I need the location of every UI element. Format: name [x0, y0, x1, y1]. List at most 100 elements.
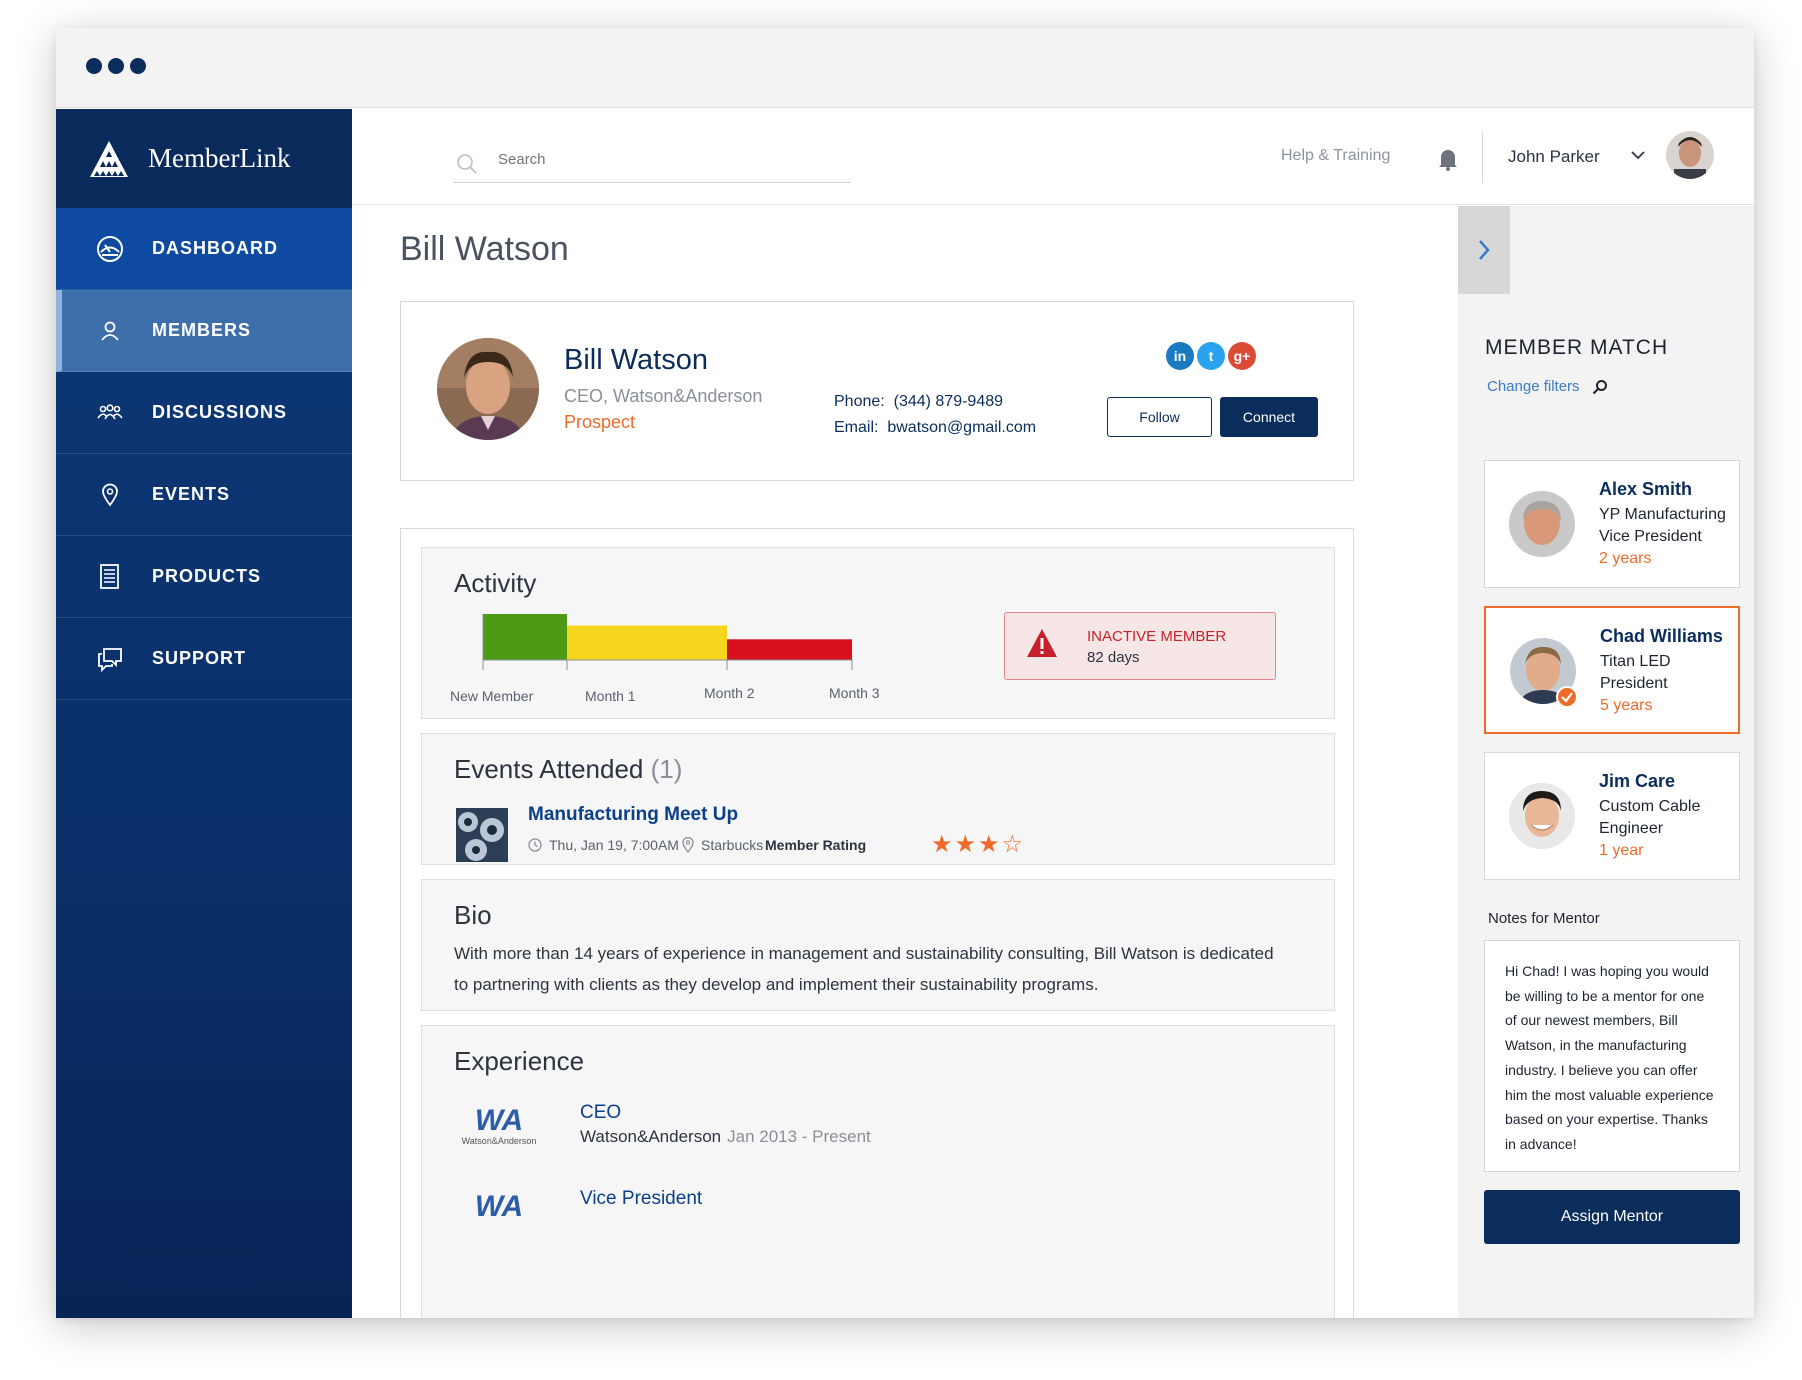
nav-discussions[interactable]: DISCUSSIONS	[56, 372, 352, 454]
match-role: Vice President	[1599, 528, 1702, 545]
match-role: Engineer	[1599, 820, 1664, 837]
activity-bar-2	[727, 639, 852, 660]
email-label: Email:	[834, 419, 879, 436]
nav-events[interactable]: EVENTS	[56, 454, 352, 536]
document-icon	[94, 561, 126, 593]
match-role: President	[1600, 675, 1668, 692]
social-links: in t g+	[1166, 342, 1259, 370]
bio-title: Bio	[454, 900, 492, 930]
notes-textarea[interactable]: Hi Chad! I was hoping you would be willi…	[1484, 940, 1740, 1172]
experience-title: Experience	[454, 1046, 585, 1076]
search-bar[interactable]	[454, 143, 850, 183]
match-name: Chad Williams	[1600, 626, 1723, 646]
logo[interactable]: MemberLink	[56, 109, 352, 208]
twitter-icon[interactable]: t	[1197, 342, 1225, 370]
events-title: Events Attended (1)	[454, 754, 682, 785]
company-logo-2: WA	[474, 1190, 524, 1223]
nav-support-label: SUPPORT	[152, 648, 247, 668]
nav-members[interactable]: MEMBERS	[56, 290, 352, 372]
connect-button[interactable]: Connect	[1220, 397, 1318, 437]
activity-label-0: New Member	[450, 688, 534, 704]
match-company: YP Manufacturing	[1599, 506, 1726, 523]
follow-button[interactable]: Follow	[1107, 397, 1212, 437]
match-name: Jim Care	[1599, 771, 1676, 791]
linkedin-icon[interactable]: in	[1166, 342, 1194, 370]
star-filled-icon[interactable]: ★	[931, 833, 953, 857]
google-plus-icon[interactable]: g+	[1228, 342, 1256, 370]
match-years: 5 years	[1600, 697, 1653, 714]
star-empty-icon[interactable]: ☆	[1002, 833, 1024, 857]
event-location: Starbucks	[682, 837, 763, 853]
alert-title: INACTIVE MEMBER	[1087, 628, 1227, 645]
chat-icon	[94, 643, 126, 675]
member-details: Activity New Member Month 1 Month 2 Mont…	[400, 528, 1354, 1318]
event-title[interactable]: Manufacturing Meet Up	[528, 804, 738, 826]
events-title-text: Events Attended	[454, 754, 644, 784]
user-icon	[94, 315, 126, 347]
change-filters-link[interactable]: Change filters	[1487, 378, 1608, 395]
member-rating-stars[interactable]: ★ ★ ★ ☆	[931, 833, 1025, 857]
inactive-alert: INACTIVE MEMBER 82 days	[1004, 612, 1276, 680]
warning-icon	[1027, 629, 1057, 657]
dashboard-icon	[94, 233, 126, 265]
company-logo: WA Watson&Anderson	[454, 1104, 544, 1146]
match-card-jim[interactable]: Jim Care Custom Cable Engineer 1 year	[1484, 752, 1740, 880]
bell-icon[interactable]	[1438, 147, 1458, 171]
nav-dashboard[interactable]: DASHBOARD	[56, 208, 352, 290]
match-avatar	[1509, 491, 1575, 557]
nav-events-label: EVENTS	[152, 484, 231, 504]
events-panel: Events Attended (1) Manufacturing Meet U…	[421, 733, 1335, 865]
window-dot-3[interactable]	[130, 58, 146, 74]
window-dot-2[interactable]	[108, 58, 124, 74]
match-avatar	[1509, 783, 1575, 849]
divider	[1482, 131, 1483, 183]
chevron-down-icon[interactable]	[1630, 149, 1646, 161]
match-card-alex[interactable]: Alex Smith YP Manufacturing Vice Preside…	[1484, 460, 1740, 588]
experience-company-0: Watson&Anderson Jan 2013 - Present	[580, 1127, 871, 1147]
nav-support[interactable]: SUPPORT	[56, 618, 352, 700]
search-input[interactable]	[498, 151, 798, 168]
profile-name: Bill Watson	[564, 344, 708, 376]
location-pin-icon	[94, 479, 126, 511]
star-filled-icon[interactable]: ★	[978, 833, 1000, 857]
window-dot-1[interactable]	[86, 58, 102, 74]
search-icon	[457, 154, 477, 174]
nav-dashboard-label: DASHBOARD	[152, 238, 278, 258]
match-years: 2 years	[1599, 550, 1652, 567]
chevron-right-icon	[1479, 240, 1490, 260]
member-match-title: MEMBER MATCH	[1485, 336, 1669, 359]
activity-bar-1	[567, 625, 727, 660]
company-logo-text: WA	[474, 1104, 524, 1137]
app-window: MemberLink DASHBOARD MEMBERS DISCUSSIONS…	[56, 28, 1754, 1318]
notes-label: Notes for Mentor	[1488, 910, 1600, 927]
location-pin-icon	[682, 837, 694, 853]
match-company: Custom Cable	[1599, 798, 1701, 815]
activity-panel: Activity New Member Month 1 Month 2 Mont…	[421, 547, 1335, 719]
activity-label-2: Month 2	[704, 685, 755, 701]
help-training-link[interactable]: Help & Training	[1281, 147, 1390, 165]
phone-value[interactable]: (344) 879-9489	[894, 393, 1003, 410]
avatar[interactable]	[1666, 131, 1714, 179]
event-date-text: Thu, Jan 19, 7:00AM	[549, 837, 679, 853]
clock-icon	[528, 838, 542, 852]
member-match-panel: MEMBER MATCH Change filters Alex Smith Y…	[1458, 206, 1754, 1318]
event-date: Thu, Jan 19, 7:00AM	[528, 837, 679, 853]
events-count: (1)	[650, 754, 683, 784]
experience-company-name-0: Watson&Anderson	[580, 1127, 722, 1146]
topbar: Help & Training John Parker	[352, 109, 1754, 205]
brand-name: MemberLink	[148, 143, 291, 173]
event-location-text: Starbucks	[701, 837, 764, 853]
profile-role: CEO, Watson&Anderson	[564, 386, 763, 406]
collapse-panel-button[interactable]	[1458, 206, 1510, 294]
nav-products-label: PRODUCTS	[152, 566, 262, 586]
event-thumbnail[interactable]	[456, 808, 508, 862]
star-filled-icon[interactable]: ★	[955, 833, 977, 857]
user-name[interactable]: John Parker	[1508, 147, 1600, 167]
email-value[interactable]: bwatson@gmail.com	[887, 419, 1036, 436]
bio-panel: Bio With more than 14 years of experienc…	[421, 879, 1335, 1011]
match-card-chad[interactable]: Chad Williams Titan LED President 5 year…	[1484, 606, 1740, 734]
nav-products[interactable]: PRODUCTS	[56, 536, 352, 618]
assign-mentor-button[interactable]: Assign Mentor	[1484, 1190, 1740, 1244]
activity-bar-0	[483, 614, 567, 660]
match-name: Alex Smith	[1599, 479, 1693, 499]
